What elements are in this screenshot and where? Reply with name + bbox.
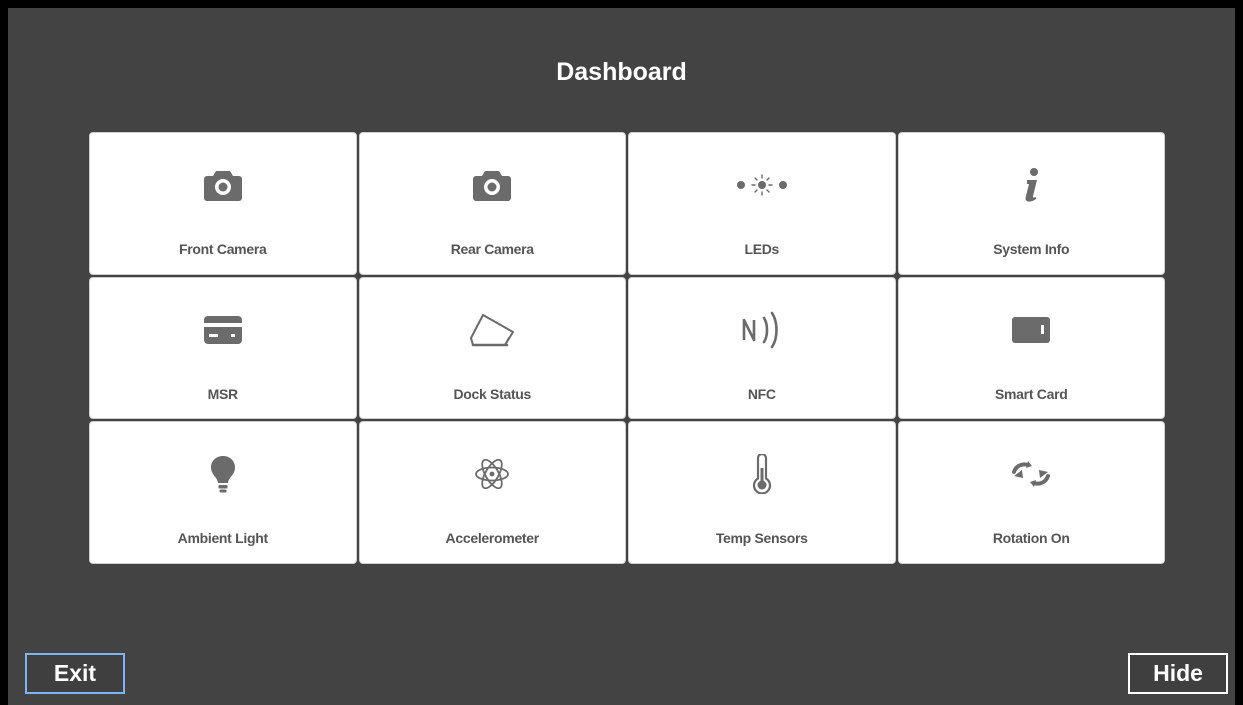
tile-system-info[interactable]: System Info <box>897 132 1165 275</box>
tile-label: MSR <box>207 385 239 402</box>
rotation-icon <box>1003 452 1059 496</box>
tile-rotation-on[interactable]: Rotation On <box>897 421 1165 564</box>
tile-temp-sensors[interactable]: Temp Sensors <box>628 421 896 564</box>
tile-label: LEDs <box>744 241 780 257</box>
camera-icon <box>195 163 251 207</box>
dashboard-screen: Dashboard Front Camera Rear Camera LEDs … <box>8 8 1235 705</box>
smart-card-icon <box>1003 308 1059 352</box>
tile-label: System Info <box>993 241 1070 257</box>
tile-accelerometer[interactable]: Accelerometer <box>358 421 626 564</box>
tile-ambient-light[interactable]: Ambient Light <box>89 421 357 564</box>
led-icon <box>734 163 790 207</box>
tile-label: Temp Sensors <box>715 530 808 547</box>
page-title: Dashboard <box>556 58 687 86</box>
thermometer-icon <box>734 452 790 496</box>
tile-smart-card[interactable]: Smart Card <box>897 276 1165 420</box>
exit-button[interactable]: Exit <box>25 653 125 694</box>
atom-icon <box>464 452 520 496</box>
lightbulb-icon <box>195 452 251 496</box>
tile-nfc[interactable]: NFC <box>628 276 896 420</box>
tile-msr[interactable]: MSR <box>89 276 357 420</box>
hide-button[interactable]: Hide <box>1128 653 1228 694</box>
info-icon <box>1003 163 1059 207</box>
tile-label: Rotation On <box>992 530 1070 547</box>
tile-rear-camera[interactable]: Rear Camera <box>358 132 626 275</box>
tile-label: Smart Card <box>995 385 1068 402</box>
tile-label: NFC <box>747 385 776 402</box>
tile-label: Ambient Light <box>177 530 269 547</box>
tile-leds[interactable]: LEDs <box>628 132 896 275</box>
tile-label: Accelerometer <box>445 530 540 547</box>
tile-label: Rear Camera <box>450 241 534 257</box>
tile-label: Dock Status <box>453 385 532 402</box>
tile-front-camera[interactable]: Front Camera <box>89 132 357 275</box>
nfc-icon <box>734 308 790 352</box>
credit-card-icon <box>195 308 251 352</box>
tile-grid: Front Camera Rear Camera LEDs System Inf… <box>89 132 1165 564</box>
tablet-dock-icon <box>464 308 520 352</box>
tile-label: Front Camera <box>179 241 267 257</box>
tile-dock-status[interactable]: Dock Status <box>358 276 626 420</box>
camera-icon <box>464 163 520 207</box>
